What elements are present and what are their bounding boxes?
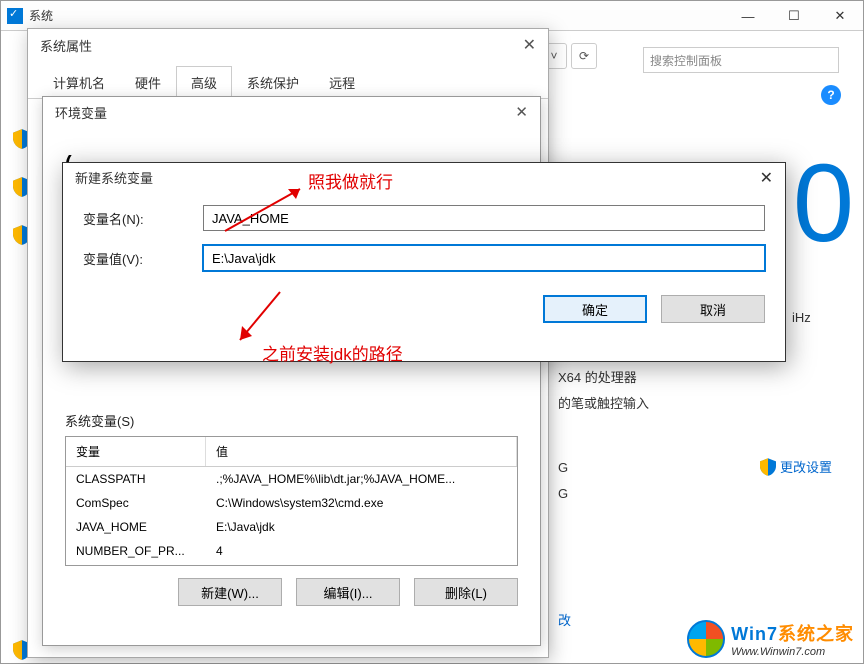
ok-button[interactable]: 确定 [543, 295, 647, 323]
close-icon[interactable]: ✕ [515, 103, 528, 121]
variable-value-label: 变量值(V): [83, 249, 203, 268]
cancel-button[interactable]: 取消 [661, 295, 765, 323]
help-icon[interactable]: ? [821, 85, 841, 105]
table-row[interactable]: OSWindows NT [66, 563, 517, 566]
tab-remote[interactable]: 远程 [314, 66, 370, 99]
annotation-arrow-icon [220, 183, 310, 233]
annotation-bottom: 之前安装jdk的路径 [262, 340, 403, 365]
edit-button[interactable]: 编辑(I)... [296, 578, 400, 606]
system-title: 系统 [29, 7, 53, 24]
close-button[interactable]: ✕ [817, 1, 863, 31]
close-icon[interactable]: ✕ [523, 35, 536, 55]
table-row[interactable]: NUMBER_OF_PR...4 [66, 539, 517, 563]
label-g1: G [558, 460, 568, 475]
col-value[interactable]: 值 [206, 437, 517, 466]
tab-advanced[interactable]: 高级 [176, 66, 232, 99]
col-variable[interactable]: 变量 [66, 437, 206, 466]
tab-computer-name[interactable]: 计算机名 [38, 66, 120, 99]
tab-system-protection[interactable]: 系统保护 [232, 66, 314, 99]
annotation-top: 照我做就行 [308, 168, 393, 193]
delete-button[interactable]: 删除(L) [414, 578, 518, 606]
label-g2: G [558, 486, 568, 501]
watermark-logo-icon [687, 620, 725, 658]
table-row[interactable]: CLASSPATH.;%JAVA_HOME%\lib\dt.jar;%JAVA_… [66, 467, 517, 491]
system-titlebar: 系统 — ☐ ✕ [1, 1, 863, 31]
shield-icon [760, 458, 776, 476]
refresh-button[interactable]: ⟳ [571, 43, 597, 69]
envvar-title: 环境变量 [55, 103, 107, 122]
table-header: 变量 值 [66, 437, 517, 467]
close-icon[interactable]: ✕ [760, 168, 773, 188]
annotation-arrow-icon [230, 288, 290, 346]
search-placeholder: 搜索控制面板 [650, 52, 722, 69]
label-pen-touch: 的笔或触控输入 [558, 393, 649, 412]
variable-value-input[interactable] [203, 245, 765, 271]
windows-version-digit: 0 [793, 140, 854, 267]
system-icon [7, 8, 23, 24]
sysprops-tabs: 计算机名 硬件 高级 系统保护 远程 [28, 65, 548, 99]
system-vars-table: 变量 值 CLASSPATH.;%JAVA_HOME%\lib\dt.jar;%… [65, 436, 518, 566]
tab-hardware[interactable]: 硬件 [120, 66, 176, 99]
new-button[interactable]: 新建(W)... [178, 578, 282, 606]
maximize-button[interactable]: ☐ [771, 1, 817, 31]
minimize-button[interactable]: — [725, 1, 771, 31]
label-processor: X64 的处理器 [558, 367, 637, 386]
watermark: Win7系统之家 Www.Winwin7.com [687, 620, 854, 658]
table-row[interactable]: JAVA_HOMEE:\Java\jdk [66, 515, 517, 539]
envvar-titlebar: 环境变量 ✕ [43, 97, 540, 127]
variable-name-label: 变量名(N): [83, 209, 203, 228]
table-row[interactable]: ComSpecC:\Windows\system32\cmd.exe [66, 491, 517, 515]
label-ghz: iHz [792, 310, 811, 325]
watermark-title: Win7系统之家 [731, 620, 854, 646]
system-properties-titlebar: 系统属性 ✕ [28, 29, 548, 61]
system-properties-title: 系统属性 [40, 36, 92, 55]
search-input[interactable]: 搜索控制面板 [643, 47, 839, 73]
change-settings-link[interactable]: 更改设置 [760, 457, 832, 476]
newvar-title: 新建系统变量 [75, 168, 153, 187]
system-vars-buttons: 新建(W)... 编辑(I)... 删除(L) [43, 578, 518, 606]
new-system-variable-dialog: 新建系统变量 ✕ 变量名(N): 变量值(V): 确定 取消 [62, 162, 786, 362]
watermark-url: Www.Winwin7.com [731, 646, 854, 658]
aux-link[interactable]: 改 [558, 610, 571, 629]
system-vars-label: 系统变量(S) [65, 411, 540, 430]
newvar-titlebar: 新建系统变量 ✕ [63, 163, 785, 191]
